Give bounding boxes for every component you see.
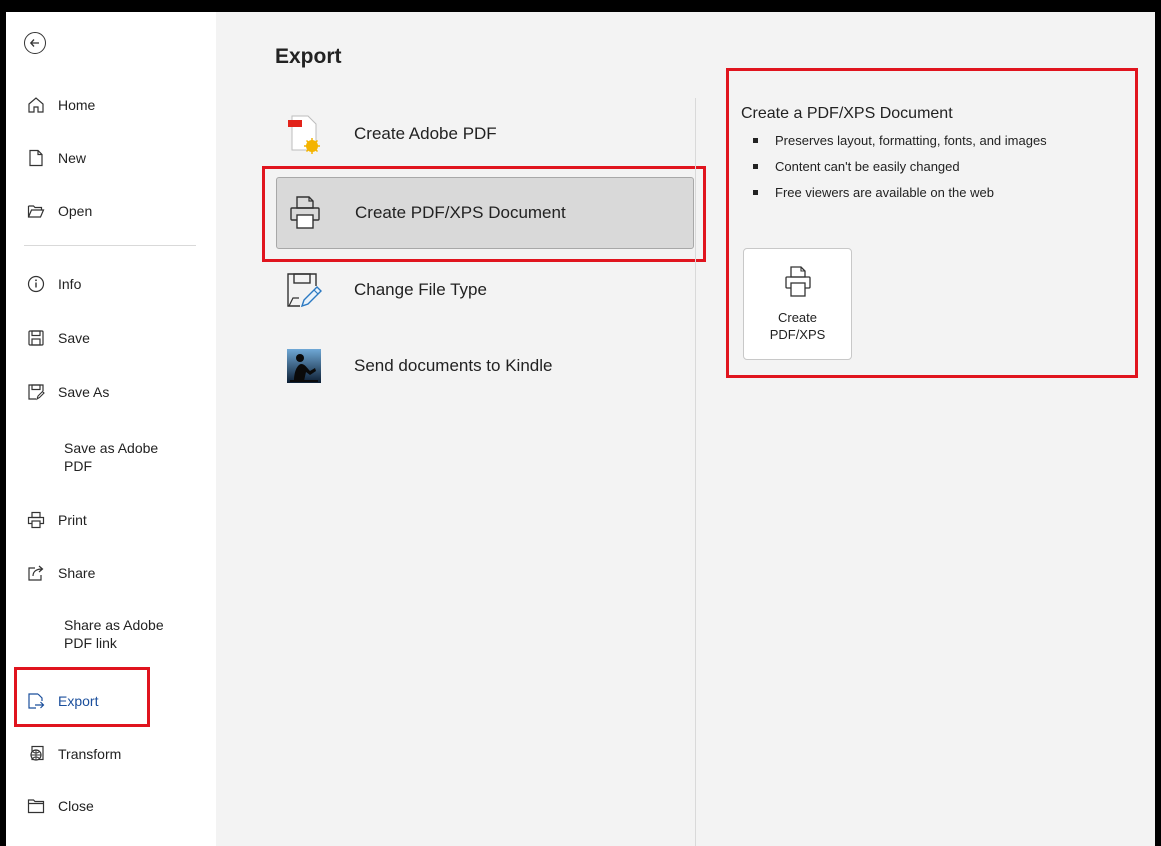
- pdf-xps-icon: [744, 265, 851, 301]
- sidebar-item-label: Save as Adobe PDF: [64, 440, 159, 474]
- backstage-view: Home New Open Info Save Save As Save as …: [6, 12, 1155, 846]
- bullet-text: Preserves layout, formatting, fonts, and…: [775, 133, 1047, 148]
- save-as-icon: [26, 382, 46, 402]
- sidebar-item-share-as-adobe-pdf-link[interactable]: Share as Adobe PDF link: [64, 616, 184, 652]
- option-create-pdf-xps[interactable]: Create PDF/XPS Document: [276, 177, 694, 249]
- page-title: Export: [275, 45, 342, 68]
- print-icon: [26, 510, 46, 530]
- transform-icon: [26, 744, 46, 764]
- sidebar-item-save-as-adobe-pdf[interactable]: Save as Adobe PDF: [64, 439, 184, 475]
- save-icon: [26, 328, 46, 348]
- bullet-text: Content can't be easily changed: [775, 159, 960, 174]
- info-icon: [26, 274, 46, 294]
- kindle-icon: [282, 344, 326, 388]
- option-label: Create PDF/XPS Document: [355, 203, 566, 222]
- sidebar-item-info[interactable]: Info: [26, 273, 81, 295]
- sidebar-item-open[interactable]: Open: [26, 200, 92, 222]
- sidebar-item-label: Save As: [58, 384, 110, 400]
- sidebar-item-home[interactable]: Home: [26, 94, 95, 116]
- sidebar-divider: [24, 245, 196, 246]
- new-document-icon: [26, 148, 46, 168]
- sidebar-item-label: Share: [58, 565, 96, 581]
- bullet-item: Free viewers are available on the web: [753, 185, 1047, 211]
- sidebar-item-label: Save: [58, 330, 90, 346]
- sidebar-item-label: Home: [58, 97, 96, 113]
- adobe-pdf-icon: [282, 112, 326, 156]
- option-label: Send documents to Kindle: [354, 356, 553, 375]
- sidebar-item-label: Close: [58, 798, 94, 814]
- detail-bullets: Preserves layout, formatting, fonts, and…: [753, 133, 1047, 211]
- sidebar-item-label: Share as Adobe PDF link: [64, 617, 164, 651]
- open-folder-icon: [26, 201, 46, 221]
- bullet-item: Preserves layout, formatting, fonts, and…: [753, 133, 1047, 159]
- change-file-type-icon: [282, 268, 326, 312]
- export-icon: [26, 691, 46, 711]
- option-create-adobe-pdf[interactable]: Create Adobe PDF: [276, 98, 694, 170]
- sidebar-item-label: New: [58, 150, 87, 166]
- option-send-to-kindle[interactable]: Send documents to Kindle: [276, 330, 694, 402]
- option-label: Change File Type: [354, 280, 487, 299]
- sidebar-item-new[interactable]: New: [26, 147, 86, 169]
- share-icon: [26, 563, 46, 583]
- sidebar-item-save[interactable]: Save: [26, 327, 90, 349]
- back-button[interactable]: [24, 32, 46, 54]
- sidebar-item-label: Print: [58, 512, 87, 528]
- sidebar-item-save-as[interactable]: Save As: [26, 381, 109, 403]
- sidebar-item-transform[interactable]: Transform: [26, 743, 121, 765]
- bullet-marker: [753, 190, 758, 195]
- sidebar-item-share[interactable]: Share: [26, 562, 95, 584]
- detail-title: Create a PDF/XPS Document: [741, 105, 953, 122]
- back-arrow-icon: [29, 39, 39, 47]
- option-change-file-type[interactable]: Change File Type: [276, 254, 694, 326]
- bullet-marker: [753, 138, 758, 143]
- close-folder-icon: [26, 796, 46, 816]
- sidebar: Home New Open Info Save Save As Save as …: [6, 12, 216, 846]
- pdf-xps-icon: [283, 191, 327, 235]
- column-divider: [695, 98, 696, 846]
- sidebar-item-label: Info: [58, 276, 82, 292]
- sidebar-item-label: Export: [58, 693, 99, 709]
- sidebar-item-label: Transform: [58, 746, 122, 762]
- button-label: Create PDF/XPS: [769, 310, 826, 342]
- bullet-item: Content can't be easily changed: [753, 159, 1047, 185]
- bullet-text: Free viewers are available on the web: [775, 185, 994, 200]
- sidebar-item-label: Open: [58, 203, 93, 219]
- sidebar-item-close[interactable]: Close: [26, 795, 94, 817]
- option-label: Create Adobe PDF: [354, 124, 497, 143]
- bullet-marker: [753, 164, 758, 169]
- sidebar-item-export[interactable]: Export: [26, 690, 98, 712]
- create-pdf-xps-button[interactable]: Create PDF/XPS: [743, 248, 852, 360]
- sidebar-item-print[interactable]: Print: [26, 509, 87, 531]
- home-icon: [26, 95, 46, 115]
